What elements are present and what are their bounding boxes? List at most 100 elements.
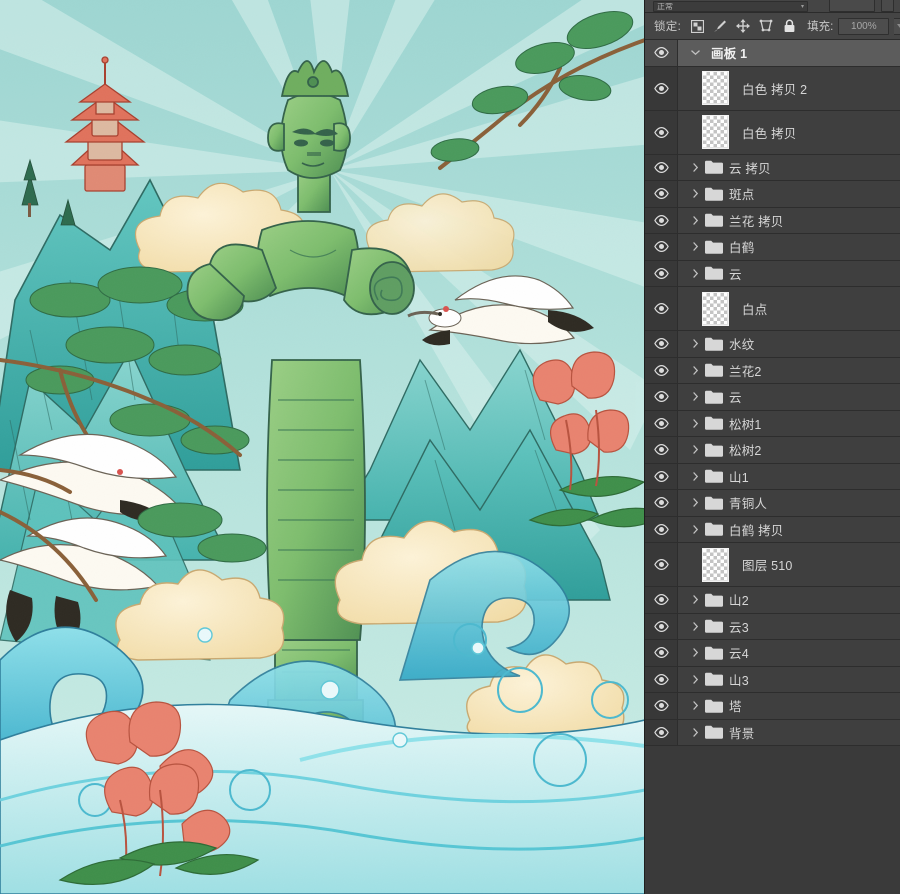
layer-row-body[interactable]: 山3 — [678, 667, 900, 693]
layer-row-body[interactable]: 兰花2 — [678, 358, 900, 384]
layer-row[interactable]: 斑点 — [645, 181, 900, 208]
layer-visibility-eye-icon[interactable] — [645, 260, 678, 286]
chevron-right-icon[interactable] — [688, 268, 703, 278]
layer-visibility-eye-icon[interactable] — [645, 463, 678, 489]
chevron-right-icon[interactable] — [688, 674, 703, 684]
layer-row[interactable]: 兰花 拷贝 — [645, 207, 900, 234]
layer-visibility-eye-icon[interactable] — [645, 207, 678, 233]
layer-row-body[interactable]: 松树2 — [678, 437, 900, 463]
document-canvas[interactable] — [0, 0, 644, 894]
layer-row-body[interactable]: 山1 — [678, 464, 900, 490]
layer-row[interactable]: 白点 — [645, 287, 900, 331]
chevron-right-icon[interactable] — [688, 418, 703, 428]
layer-row-body[interactable]: 白鹤 — [678, 234, 900, 260]
layer-row[interactable]: 背景 — [645, 719, 900, 746]
layer-row[interactable]: 云 拷贝 — [645, 154, 900, 181]
layer-visibility-eye-icon[interactable] — [645, 234, 678, 260]
layer-row[interactable]: 白鹤 — [645, 234, 900, 261]
chevron-right-icon[interactable] — [688, 524, 703, 534]
layer-row[interactable]: 山1 — [645, 463, 900, 490]
chevron-right-icon[interactable] — [688, 242, 703, 252]
layer-visibility-eye-icon[interactable] — [645, 516, 678, 542]
layer-row[interactable]: 山3 — [645, 666, 900, 693]
layer-row-body[interactable]: 背景 — [678, 720, 900, 746]
layer-row-body[interactable]: 塔 — [678, 693, 900, 719]
layer-row[interactable]: 云 — [645, 384, 900, 411]
layer-list[interactable]: 画板 1 白色 拷贝 2 白色 拷贝云 拷贝 斑点 兰花 拷贝 白鹤云白点 水纹 兰花2 云松树… — [645, 40, 900, 894]
chevron-right-icon[interactable] — [688, 392, 703, 402]
layer-visibility-eye-icon[interactable] — [645, 666, 678, 692]
layer-row-body[interactable]: 画板 1 — [678, 40, 900, 66]
layer-row-body[interactable]: 云3 — [678, 614, 900, 640]
chevron-down-icon[interactable] — [688, 50, 703, 56]
layer-row-body[interactable]: 白鹤 拷贝 — [678, 517, 900, 543]
layer-row-body[interactable]: 兰花 拷贝 — [678, 208, 900, 234]
lock-image-pixels-icon[interactable] — [713, 19, 727, 33]
layer-row[interactable]: 青铜人 — [645, 490, 900, 517]
layer-row-body[interactable]: 斑点 — [678, 181, 900, 207]
layer-visibility-eye-icon[interactable] — [645, 384, 678, 410]
layer-row[interactable]: 云4 — [645, 640, 900, 667]
layer-visibility-eye-icon[interactable] — [645, 410, 678, 436]
layer-visibility-eye-icon[interactable] — [645, 181, 678, 207]
layer-row[interactable]: 兰花2 — [645, 357, 900, 384]
chevron-right-icon[interactable] — [688, 498, 703, 508]
layer-row[interactable]: 白色 拷贝 — [645, 110, 900, 155]
layer-visibility-eye-icon[interactable] — [645, 357, 678, 383]
layer-row[interactable]: 松树1 — [645, 410, 900, 437]
layer-visibility-eye-icon[interactable] — [645, 437, 678, 463]
chevron-right-icon[interactable] — [688, 471, 703, 481]
layer-visibility-eye-icon[interactable] — [645, 640, 678, 666]
layer-visibility-eye-icon[interactable] — [645, 613, 678, 639]
layer-row-body[interactable]: 云 — [678, 384, 900, 410]
lock-transparent-pixels-icon[interactable] — [690, 19, 704, 33]
layer-row-body[interactable]: 云4 — [678, 640, 900, 666]
layer-row[interactable]: 画板 1 — [645, 40, 900, 67]
layer-visibility-eye-icon[interactable] — [645, 154, 678, 180]
layer-row[interactable]: 云 — [645, 260, 900, 287]
layer-row[interactable]: 水纹 — [645, 331, 900, 358]
chevron-right-icon[interactable] — [688, 189, 703, 199]
chevron-right-icon[interactable] — [688, 595, 703, 605]
layer-visibility-eye-icon[interactable] — [645, 110, 678, 154]
lock-all-padlock-icon[interactable] — [782, 19, 796, 33]
lock-artboard-nesting-icon[interactable] — [759, 19, 773, 33]
layer-row-body[interactable]: 云 拷贝 — [678, 155, 900, 181]
chevron-right-icon[interactable] — [688, 215, 703, 225]
chevron-right-icon[interactable] — [688, 648, 703, 658]
chevron-right-icon[interactable] — [688, 339, 703, 349]
layer-row-body[interactable]: 图层 510 — [678, 543, 900, 586]
fill-chevron-down-icon[interactable] — [894, 17, 900, 35]
layer-row-body[interactable]: 青铜人 — [678, 490, 900, 516]
chevron-right-icon[interactable] — [688, 727, 703, 737]
layer-row[interactable]: 白鹤 拷贝 — [645, 516, 900, 543]
opacity-stepper[interactable] — [881, 0, 894, 12]
blend-mode-select[interactable]: 正常 ▾ — [653, 1, 808, 12]
layer-visibility-eye-icon[interactable] — [645, 40, 678, 66]
layer-row[interactable]: 塔 — [645, 693, 900, 720]
layer-visibility-eye-icon[interactable] — [645, 490, 678, 516]
chevron-right-icon[interactable] — [688, 701, 703, 711]
layer-visibility-eye-icon[interactable] — [645, 719, 678, 745]
chevron-right-icon[interactable] — [688, 621, 703, 631]
layer-row[interactable]: 松树2 — [645, 437, 900, 464]
layer-row-body[interactable]: 水纹 — [678, 331, 900, 357]
fill-input[interactable]: 100% — [838, 17, 890, 35]
layer-visibility-eye-icon[interactable] — [645, 543, 678, 586]
chevron-right-icon[interactable] — [688, 445, 703, 455]
layer-visibility-eye-icon[interactable] — [645, 66, 678, 110]
layer-visibility-eye-icon[interactable] — [645, 693, 678, 719]
layer-row[interactable]: 云3 — [645, 613, 900, 640]
layer-row-body[interactable]: 白色 拷贝 — [678, 111, 900, 154]
layer-row-body[interactable]: 松树1 — [678, 411, 900, 437]
chevron-right-icon[interactable] — [688, 162, 703, 172]
layer-row[interactable]: 图层 510 — [645, 543, 900, 587]
layer-row-body[interactable]: 白点 — [678, 287, 900, 330]
layer-list-empty-area[interactable] — [645, 746, 900, 866]
layer-visibility-eye-icon[interactable] — [645, 587, 678, 613]
layer-row-body[interactable]: 山2 — [678, 587, 900, 613]
layer-row-body[interactable]: 云 — [678, 261, 900, 287]
layer-row-body[interactable]: 白色 拷贝 2 — [678, 67, 900, 110]
layer-visibility-eye-icon[interactable] — [645, 287, 678, 330]
opacity-field[interactable] — [829, 0, 875, 12]
